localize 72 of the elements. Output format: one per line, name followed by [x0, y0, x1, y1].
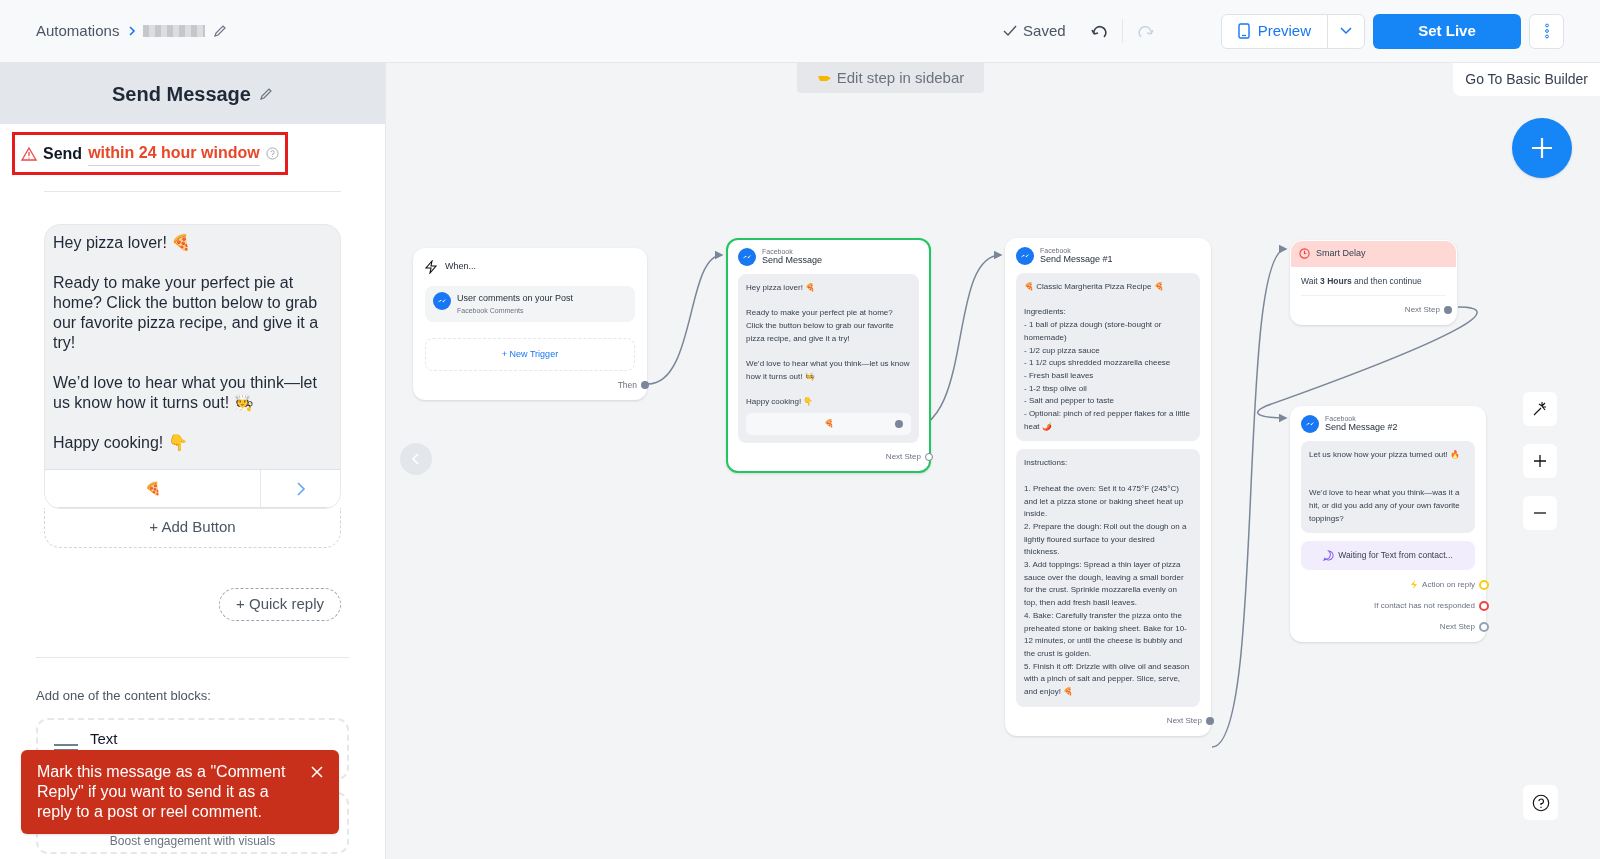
lightning-icon — [425, 260, 437, 274]
plus-icon — [1530, 136, 1554, 160]
message-text: Let us know how your pizza turned out! 🔥 We'd love to hear what you think—was it a hit, or did you add any of your own favorite toppings? — [1309, 449, 1461, 525]
chevron-left-icon — [412, 453, 420, 465]
delay-node[interactable]: Smart Delay Wait 3 Hours and then continue Next Step — [1290, 240, 1457, 326]
edit-hint: Edit step in sidebar — [797, 63, 984, 93]
pointing-hand-icon — [816, 73, 833, 83]
output-port[interactable] — [1479, 621, 1489, 632]
node-title: Send Message — [762, 255, 823, 266]
event-title: User comments on your Post — [457, 292, 574, 305]
block-subtitle: Boost engagement with visuals — [109, 832, 276, 850]
add-button[interactable]: + Add Button — [44, 508, 341, 548]
help-button[interactable] — [1523, 785, 1558, 820]
zoom-in-button[interactable] — [1523, 444, 1557, 478]
message-text: Hey pizza lover! 🍕 Ready to make your perfect pie at home? Click the button below to grab our favorite pizza recipe, and give it a try! We’d love to hear what you think—let us know how it turns out! 🧑‍🍳 Happy cooking! 👇 — [746, 282, 911, 409]
new-trigger-button[interactable]: + New Trigger — [425, 338, 635, 371]
output-port[interactable] — [895, 420, 903, 429]
pencil-icon[interactable] — [213, 24, 228, 38]
message-node[interactable] — [1290, 406, 1486, 642]
node-title: Send Message #2 — [1325, 422, 1398, 433]
chevron-down-icon — [1340, 27, 1352, 35]
auto-layout-button[interactable] — [1523, 392, 1557, 426]
zoom-out-button[interactable] — [1523, 496, 1557, 530]
output-label: Then — [617, 379, 637, 392]
waiting-chip: Waiting for Text from contact... — [1301, 541, 1475, 570]
output-label: Next Step — [1404, 304, 1440, 317]
message-node[interactable] — [726, 238, 931, 474]
zoom-in-icon — [1533, 454, 1547, 468]
magic-wand-icon — [1532, 401, 1548, 417]
output-label: Next Step — [1439, 620, 1475, 633]
trigger-title: When... — [445, 260, 476, 274]
kebab-icon — [1544, 23, 1549, 39]
delay-text: Wait 3 Hours and then continue — [1301, 274, 1446, 297]
output-label: Next Step — [1166, 714, 1202, 727]
breadcrumb-link[interactable]: Automations — [36, 19, 120, 43]
output-label: Next Step — [885, 451, 921, 464]
close-icon[interactable] — [311, 766, 323, 778]
basic-builder-button[interactable]: Go To Basic Builder — [1453, 63, 1600, 96]
chevron-right-icon — [295, 480, 306, 497]
check-icon — [1003, 25, 1018, 37]
output-port[interactable] — [1444, 306, 1452, 315]
messenger-icon — [433, 292, 451, 310]
output-port[interactable] — [641, 381, 649, 390]
message-text: Instructions: 1. Preheat the oven: Set it to 475°F (245°C) and let a pizza stone or baking sheet heat up inside. 2. Prepare the dough: Roll out the dough on a lightly floured surface to your desired thickness. 3. Add toppings: Spread a thin layer of pizza sauce over the dough, leaving a small border for the crust. Sprinkle mozzarella evenly on top, then add fresh basil leaves. 4. Bake: Carefully transfer the pizza onto the preheated stone or baking sheet. Bake for 10-12 minutes, or until the cheese is bubbly and the crust is golden. 5. Finish it off: Drizzle with olive oil and season with a pinch of salt and pepper. Slice, serve, and enjoy! 🍕 — [1024, 457, 1191, 699]
warning-icon — [21, 146, 37, 161]
messenger-icon — [1301, 415, 1319, 433]
saved-status: Saved — [1023, 20, 1066, 41]
output-port[interactable] — [1206, 716, 1214, 725]
output-label: If contact has not responded — [1374, 599, 1475, 612]
add-step-button[interactable] — [1512, 118, 1572, 178]
warning-label: Send — [43, 143, 83, 164]
message-node[interactable] — [1005, 238, 1211, 736]
set-live-button[interactable]: Set Live — [1373, 13, 1521, 49]
pencil-icon[interactable] — [258, 86, 273, 101]
window-link[interactable]: within 24 hour window — [88, 141, 260, 166]
node-title: Smart Delay — [1316, 247, 1366, 260]
node-title: Send Message #1 — [1040, 254, 1113, 265]
messenger-icon — [1016, 247, 1034, 265]
output-port[interactable] — [925, 453, 933, 462]
messenger-icon — [738, 248, 756, 266]
redacted-name — [143, 25, 206, 37]
block-title: Text — [90, 729, 118, 750]
blocks-heading: Add one of the content blocks: — [36, 687, 212, 705]
output-label: Action on reply — [1422, 578, 1475, 591]
phone-icon — [1237, 23, 1250, 39]
message-text[interactable]: Hey pizza lover! 🍕 Ready to make your perfect pie at home? Click the button below to grab our favorite pizza recipe, and give it a try! We’d love to hear what you think—let us know how it turns out! 🧑‍🍳 Happy cooking! 👇 — [45, 225, 340, 469]
output-port[interactable] — [1479, 600, 1489, 611]
clock-icon — [1299, 248, 1310, 260]
sidebar-title: Send Message — [112, 81, 251, 107]
chevron-right-icon — [127, 25, 138, 37]
help-icon — [1531, 793, 1550, 812]
message-text: 🍕 Classic Margherita Pizza Recipe 🍕 Ingredients: - 1 ball of pizza dough (store-bought or homemade) - 1/2 cup pizza sauce - 1 1/2 cups shredded mozzarella cheese - Fresh basil leaves - 1-2 tbsp olive oil - Salt and pepper to taste - Optional: pinch of red pepper flakes for a little heat 🌶 — [1024, 281, 1191, 433]
